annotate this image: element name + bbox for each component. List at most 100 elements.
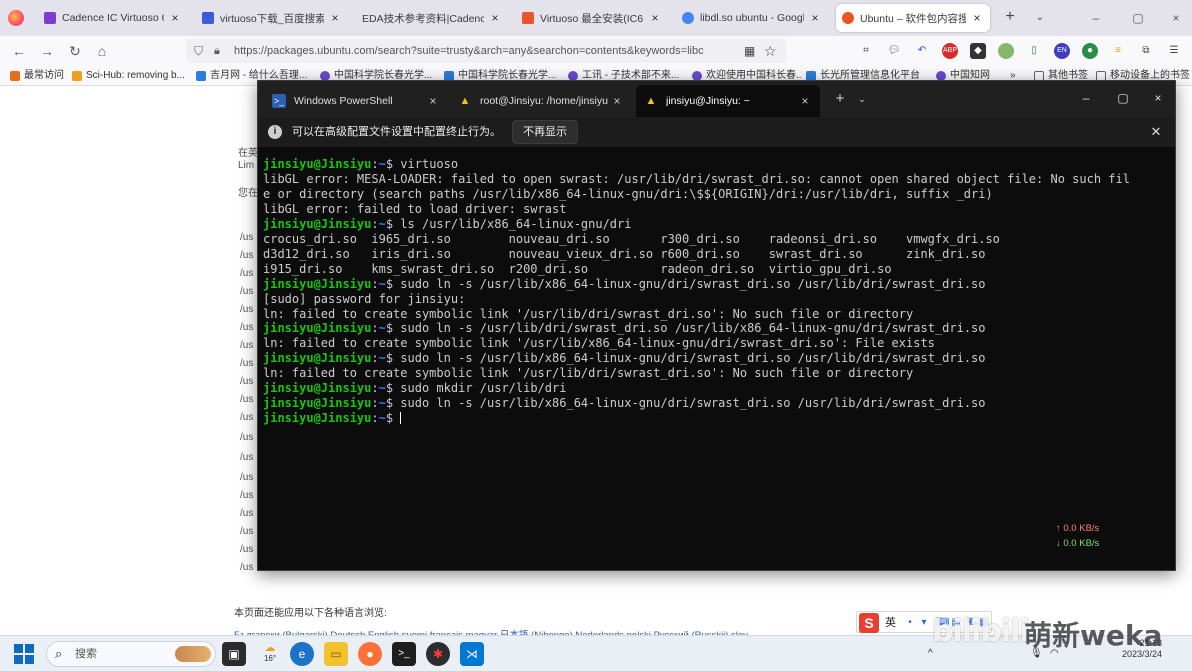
result-path-link[interactable]: /us <box>240 232 253 243</box>
result-path-link[interactable]: /us <box>240 452 253 463</box>
result-path-link[interactable]: /us <box>240 304 253 315</box>
browser-tab[interactable]: Cadence IC Virtuoso 6.1 × <box>38 4 188 32</box>
new-tab-button[interactable]: + <box>1000 8 1020 28</box>
minimize-icon[interactable]: – <box>1086 8 1106 28</box>
result-path-link[interactable]: /us <box>240 250 253 261</box>
result-path-link[interactable]: /us <box>240 432 253 443</box>
dont-show-again-button[interactable]: 不再显示 <box>512 120 578 144</box>
yellow-lines-icon[interactable]: ≡ <box>1110 43 1126 59</box>
result-path-link[interactable]: /us <box>240 472 253 483</box>
weather-temp: 16° <box>263 654 277 663</box>
text-cursor[interactable] <box>400 412 402 425</box>
terminal-output[interactable]: jinsiyu@Jinsiyu:~$ virtuoso libGL error: … <box>263 157 1168 557</box>
punctuation-icon[interactable]: • <box>905 617 915 629</box>
forward-arrow-icon[interactable]: → <box>38 42 56 60</box>
ime-language[interactable]: 英 <box>885 616 896 630</box>
url-text[interactable]: https://packages.ubuntu.com/search?suite… <box>234 44 734 58</box>
lock-icon[interactable]: 🔒︎ <box>214 44 226 58</box>
screenshot-crop-icon[interactable]: ⌗ <box>858 43 874 59</box>
tracking-shield-icon[interactable]: ⛉ <box>194 44 206 58</box>
browser-tab[interactable]: EDA技术参考资料|Cadence Vi × <box>356 4 508 32</box>
list-all-tabs-icon[interactable]: ⌄ <box>1032 8 1048 28</box>
result-path-link[interactable]: /us <box>240 268 253 279</box>
bookmark-star-icon[interactable]: ☆ <box>764 43 780 59</box>
maximize-icon[interactable]: ▢ <box>1128 8 1148 28</box>
tab-close-icon[interactable]: × <box>798 94 812 108</box>
result-path-link[interactable]: /us <box>240 394 253 405</box>
translate-en-icon[interactable]: EN <box>1054 43 1070 59</box>
url-bar[interactable]: ⛉ 🔒︎ https://packages.ubuntu.com/search?… <box>186 39 786 63</box>
prompt-dollar: $ <box>385 396 401 411</box>
maximize-icon[interactable]: ▢ <box>1113 88 1133 108</box>
result-path-link[interactable]: /us <box>240 376 253 387</box>
file-explorer-icon[interactable]: ▭ <box>324 642 348 666</box>
tab-close-icon[interactable]: × <box>168 11 182 25</box>
result-path-link[interactable]: /us <box>240 508 253 519</box>
firefox-logo-icon[interactable] <box>8 10 24 26</box>
tab-close-icon[interactable]: × <box>328 11 342 25</box>
terminal-window[interactable]: >_ Windows PowerShell × ▲ root@Jinsiyu: … <box>257 80 1176 571</box>
browser-tab[interactable]: virtuoso下载_百度搜索 × <box>196 4 348 32</box>
hamburger-menu-icon[interactable]: ☰ <box>1166 43 1182 59</box>
extensions-puzzle-icon[interactable]: ⧉ <box>1138 43 1154 59</box>
prompt-dollar: $ <box>385 411 401 426</box>
home-icon[interactable]: ⌂ <box>93 42 111 60</box>
terminal-tab-root[interactable]: ▲ root@Jinsiyu: /home/jinsiyu × <box>450 85 632 117</box>
tab-close-icon[interactable]: × <box>488 11 502 25</box>
minimize-icon[interactable]: – <box>1076 88 1096 108</box>
bottle-extension-icon[interactable]: ▯ <box>1026 43 1042 59</box>
terminal-tab-title: jinsiyu@Jinsiyu: ~ <box>666 95 750 107</box>
browser-tab[interactable]: Virtuoso 最全安装(IC618 × <box>516 4 668 32</box>
result-path-link[interactable]: /us <box>240 562 253 573</box>
tab-close-icon[interactable]: × <box>426 94 440 108</box>
browser-tab-active[interactable]: Ubuntu – 软件包内容搜索 × <box>836 4 990 32</box>
terminal-taskbar-icon[interactable]: >_ <box>392 642 416 666</box>
start-windows-icon[interactable] <box>14 644 34 664</box>
close-window-icon[interactable]: × <box>1148 88 1168 108</box>
back-arrow-icon[interactable]: ← <box>10 42 28 60</box>
tab-close-icon[interactable]: × <box>808 11 822 25</box>
terminal-tab-powershell[interactable]: >_ Windows PowerShell × <box>264 85 448 117</box>
terminal-dropdown-icon[interactable]: ⌄ <box>856 91 868 107</box>
close-window-icon[interactable]: × <box>1166 8 1186 28</box>
firefox-taskbar-icon[interactable]: ● <box>358 642 382 666</box>
extension-badge-icon[interactable]: ◆ <box>970 43 986 59</box>
taskbar-clock[interactable]: 21:13 2023/3/24 <box>1112 638 1162 660</box>
qr-code-icon[interactable]: ▦ <box>744 44 758 58</box>
dots-app-icon[interactable]: ✱ <box>426 642 450 666</box>
result-path-link[interactable]: /us <box>240 544 253 555</box>
bookmark-item[interactable]: Sci-Hub: removing b... <box>72 69 190 83</box>
tab-close-icon[interactable]: × <box>970 11 984 25</box>
ime-microphone-icon[interactable]: ▾ <box>919 617 929 629</box>
bookmark-item[interactable]: 最常访问 <box>10 69 72 83</box>
task-view-icon[interactable]: ▣ <box>222 642 246 666</box>
green-extension-icon[interactable] <box>998 43 1014 59</box>
result-path-link[interactable]: /us <box>240 322 253 333</box>
tab-close-icon[interactable]: × <box>648 11 662 25</box>
comment-icon[interactable]: 💬︎ <box>886 43 902 59</box>
colorful-extension-icon[interactable]: ● <box>1082 43 1098 59</box>
upload-speed: ↑ 0.0 KB/s <box>1056 523 1100 534</box>
info-close-icon[interactable]: ✕ <box>1148 124 1164 140</box>
prompt-path: ~ <box>378 381 386 396</box>
result-path-link[interactable]: /us <box>240 490 253 501</box>
browser-tab[interactable]: libdl.so ubuntu - Google × <box>676 4 828 32</box>
undo-arrow-icon[interactable]: ↶ <box>914 43 930 59</box>
reload-icon[interactable]: ↻ <box>66 42 84 60</box>
terminal-tab-jinsiyu[interactable]: ▲ jinsiyu@Jinsiyu: ~ × <box>636 85 820 117</box>
edge-browser-icon[interactable]: e <box>290 642 314 666</box>
new-terminal-tab-button[interactable]: + <box>832 91 848 107</box>
taskbar-search-box[interactable]: ⌕ 搜索 <box>46 641 216 667</box>
sogou-ime-icon[interactable]: S <box>859 613 879 633</box>
weather-widget[interactable]: ☁ 16° <box>258 642 282 666</box>
output-text: d3d12_dri.so iris_dri.so nouveau_vieux_d… <box>263 246 986 261</box>
vscode-icon[interactable]: ⋊ <box>460 642 484 666</box>
result-path-link[interactable]: /us <box>240 412 253 423</box>
result-path-link[interactable]: /us <box>240 358 253 369</box>
result-path-link[interactable]: /us <box>240 286 253 297</box>
tab-close-icon[interactable]: × <box>610 94 624 108</box>
result-path-link[interactable]: /us <box>240 526 253 537</box>
adblock-icon[interactable]: ABP <box>942 43 958 59</box>
result-path-link[interactable]: /us <box>240 340 253 351</box>
network-speed-widget: ↑ 0.0 KB/s ↓ 0.0 KB/s <box>1056 521 1126 553</box>
